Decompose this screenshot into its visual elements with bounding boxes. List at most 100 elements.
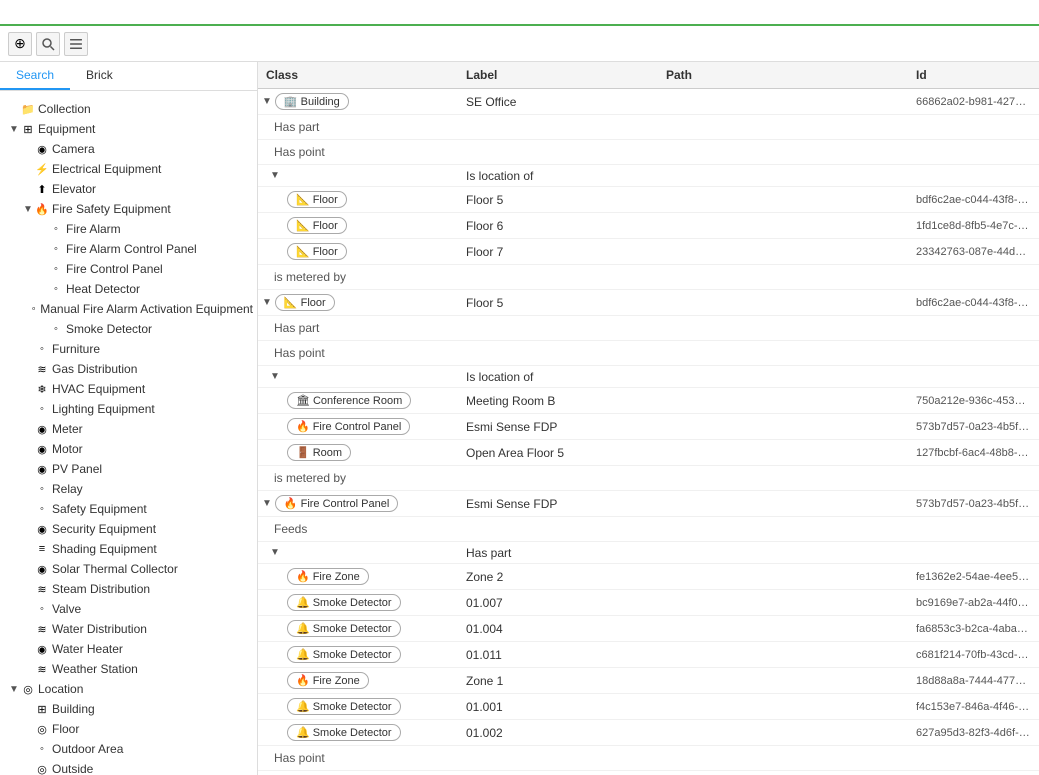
table-data-row[interactable]: 🔔Smoke Detector 01.001 f4c153e7-846a-4f4… bbox=[258, 694, 1039, 720]
cell-id bbox=[908, 552, 1039, 554]
tree-item-building[interactable]: ⊞Building bbox=[0, 699, 257, 719]
tree-item-water-dist[interactable]: ≋Water Distribution bbox=[0, 619, 257, 639]
col-label: Label bbox=[458, 66, 658, 84]
table-data-row[interactable]: 🔥Fire Control Panel Esmi Sense FDP 573b7… bbox=[258, 414, 1039, 440]
expand-arrow[interactable]: ▼ bbox=[270, 170, 280, 181]
tree-item-steam-dist[interactable]: ≋Steam Distribution bbox=[0, 579, 257, 599]
tree-label-collection: Collection bbox=[38, 102, 91, 116]
tree-item-elevator[interactable]: ⬆Elevator bbox=[0, 179, 257, 199]
table-data-row[interactable]: 🏛Conference Room Meeting Room B 750a212e… bbox=[258, 388, 1039, 414]
tree-label-meter: Meter bbox=[52, 422, 83, 436]
cell-label: 01.002 bbox=[458, 725, 658, 741]
tree-icon-smoke-detector: ◦ bbox=[48, 321, 64, 337]
col-id: Id bbox=[908, 66, 1039, 84]
tree-item-motor[interactable]: ◉Motor bbox=[0, 439, 257, 459]
tree-item-valve[interactable]: ◦Valve bbox=[0, 599, 257, 619]
tree-item-manual-fire[interactable]: ◦Manual Fire Alarm Activation Equipment bbox=[0, 299, 257, 319]
tree-icon-furniture: ◦ bbox=[34, 341, 50, 357]
table-data-row[interactable]: 🔥Fire Zone Zone 2 fe1362e2-54ae-4ee5-a40… bbox=[258, 564, 1039, 590]
tree-item-fire-alarm[interactable]: ◦Fire Alarm bbox=[0, 219, 257, 239]
table-section-row[interactable]: ▼ Is location of bbox=[258, 165, 1039, 187]
table-body[interactable]: ▼ 🏢Building SE Office 66862a02-b981-4273… bbox=[258, 89, 1039, 775]
table-data-row[interactable]: 🔔Smoke Detector 01.002 627a95d3-82f3-4d6… bbox=[258, 720, 1039, 746]
tree-item-furniture[interactable]: ◦Furniture bbox=[0, 339, 257, 359]
tree-label-motor: Motor bbox=[52, 442, 83, 456]
table-data-row[interactable]: 🔔Smoke Detector 01.011 c681f214-70fb-43c… bbox=[258, 642, 1039, 668]
tree-label-valve: Valve bbox=[52, 602, 81, 616]
expand-arrow[interactable]: ▼ bbox=[270, 547, 280, 558]
tree-item-electrical[interactable]: ⚡Electrical Equipment bbox=[0, 159, 257, 179]
table-data-row[interactable]: 🔥Fire Zone Zone 1 18d88a8a-7444-477e-b09… bbox=[258, 668, 1039, 694]
tree-item-fire-alarm-control[interactable]: ◦Fire Alarm Control Panel bbox=[0, 239, 257, 259]
tree-item-gas-dist[interactable]: ≋Gas Distribution bbox=[0, 359, 257, 379]
expand-arrow[interactable]: ▼ bbox=[262, 498, 272, 509]
expand-arrow[interactable]: ▼ bbox=[262, 297, 272, 308]
table-section-row[interactable]: ▼ 🏢Building SE Office 66862a02-b981-4273… bbox=[258, 89, 1039, 115]
table-data-row[interactable]: 📐Floor Floor 6 1fd1ce8d-8fb5-4e7c-9b15-5… bbox=[258, 213, 1039, 239]
tree-label-building: Building bbox=[52, 702, 95, 716]
left-panel: Search Brick 📁Collection▼⊞Equipment◉Came… bbox=[0, 62, 258, 775]
tree-item-heat-detector[interactable]: ◦Heat Detector bbox=[0, 279, 257, 299]
tree-item-meter[interactable]: ◉Meter bbox=[0, 419, 257, 439]
table-section-row[interactable]: ▼ Has part bbox=[258, 542, 1039, 564]
tree-panel[interactable]: 📁Collection▼⊞Equipment◉Camera⚡Electrical… bbox=[0, 97, 257, 775]
tree-item-fire-control-panel[interactable]: ◦Fire Control Panel bbox=[0, 259, 257, 279]
cell-id: 1fd1ce8d-8fb5-4e7c-9b15-5b2b851559f9 bbox=[908, 219, 1039, 233]
tree-item-solar-thermal[interactable]: ◉Solar Thermal Collector bbox=[0, 559, 257, 579]
tree-icon-water-dist: ≋ bbox=[34, 621, 50, 637]
table-section-row[interactable]: ▼ Is location of bbox=[258, 366, 1039, 388]
tree-item-outside[interactable]: ◎Outside bbox=[0, 759, 257, 775]
chip: 🔔Smoke Detector bbox=[287, 646, 401, 663]
cell-id: c681f214-70fb-43cd-bd40-a7ed124d86df... bbox=[908, 648, 1039, 662]
tree-icon-outdoor-area: ◦ bbox=[34, 741, 50, 757]
table-data-row[interactable]: 📐Floor Floor 5 bdf6c2ae-c044-43f8-ba52-0… bbox=[258, 187, 1039, 213]
tree-item-security-equip[interactable]: ◉Security Equipment bbox=[0, 519, 257, 539]
tree-label-hvac: HVAC Equipment bbox=[52, 382, 145, 396]
expand-arrow[interactable]: ▼ bbox=[262, 96, 272, 107]
table-section-row[interactable]: ▼ 📐Floor Floor 5 bdf6c2ae-c044-43f8-ba52… bbox=[258, 290, 1039, 316]
tree-item-hvac[interactable]: ❄HVAC Equipment bbox=[0, 379, 257, 399]
tree-icon-fire-alarm: ◦ bbox=[48, 221, 64, 237]
settings-button[interactable] bbox=[64, 32, 88, 56]
cell-id: bdf6c2ae-c044-43f8-ba52-032d41b03f3a bbox=[908, 193, 1039, 207]
tree-toggle-equipment[interactable]: ▼ bbox=[8, 124, 20, 135]
cell-label: Zone 1 bbox=[458, 673, 658, 689]
tree-item-relay[interactable]: ◦Relay bbox=[0, 479, 257, 499]
tree-item-collection[interactable]: 📁Collection bbox=[0, 99, 257, 119]
tree-item-camera[interactable]: ◉Camera bbox=[0, 139, 257, 159]
tree-item-smoke-detector[interactable]: ◦Smoke Detector bbox=[0, 319, 257, 339]
tree-item-safety-equip[interactable]: ◦Safety Equipment bbox=[0, 499, 257, 519]
tab-search[interactable]: Search bbox=[0, 62, 70, 90]
expand-arrow[interactable]: ▼ bbox=[270, 371, 280, 382]
add-button[interactable]: ⊕ bbox=[8, 32, 32, 56]
chip-icon: 🏢 bbox=[284, 95, 298, 108]
tree-item-floor[interactable]: ◎Floor bbox=[0, 719, 257, 739]
tree-item-weather-station[interactable]: ≋Weather Station bbox=[0, 659, 257, 679]
table-data-row[interactable]: 📐Floor Floor 7 23342763-087e-44d4-bc2d-c… bbox=[258, 239, 1039, 265]
tree-item-equipment[interactable]: ▼⊞Equipment bbox=[0, 119, 257, 139]
search-button[interactable] bbox=[36, 32, 60, 56]
tree-item-fire-safety[interactable]: ▼🔥Fire Safety Equipment bbox=[0, 199, 257, 219]
section-label: Has point bbox=[258, 748, 325, 768]
tree-item-water-heater[interactable]: ◉Water Heater bbox=[0, 639, 257, 659]
tree-item-lighting[interactable]: ◦Lighting Equipment bbox=[0, 399, 257, 419]
table-label-row: is metered by bbox=[258, 265, 1039, 290]
tree-toggle-location[interactable]: ▼ bbox=[8, 684, 20, 695]
cell-path bbox=[658, 503, 908, 505]
tab-brick[interactable]: Brick bbox=[70, 62, 129, 90]
tree-toggle-fire-safety[interactable]: ▼ bbox=[22, 204, 34, 215]
tree-icon-building: ⊞ bbox=[34, 701, 50, 717]
table-data-row[interactable]: 🔔Smoke Detector 01.007 bc9169e7-ab2a-44f… bbox=[258, 590, 1039, 616]
table-data-row[interactable]: 🔔Smoke Detector 01.004 fa6853c3-b2ca-4ab… bbox=[258, 616, 1039, 642]
tree-item-shading-equip[interactable]: ≡Shading Equipment bbox=[0, 539, 257, 559]
table-data-row[interactable]: 🚪Room Open Area Floor 5 127fbcbf-6ac4-48… bbox=[258, 440, 1039, 466]
right-panel: Class Label Path Id ▼ 🏢Building SE Offic… bbox=[258, 62, 1039, 775]
cell-path bbox=[658, 225, 908, 227]
tree-item-pv-panel[interactable]: ◉PV Panel bbox=[0, 459, 257, 479]
tree-item-outdoor-area[interactable]: ◦Outdoor Area bbox=[0, 739, 257, 759]
tree-item-location[interactable]: ▼◎Location bbox=[0, 679, 257, 699]
table-section-row[interactable]: ▼ 🔥Fire Control Panel Esmi Sense FDP 573… bbox=[258, 491, 1039, 517]
cell-id: 127fbcbf-6ac4-48b8-a45f-bd9f0d255216 bbox=[908, 446, 1039, 460]
tree-label-fire-alarm-control: Fire Alarm Control Panel bbox=[66, 242, 197, 256]
cell-class: 🔥Fire Zone bbox=[258, 670, 458, 691]
